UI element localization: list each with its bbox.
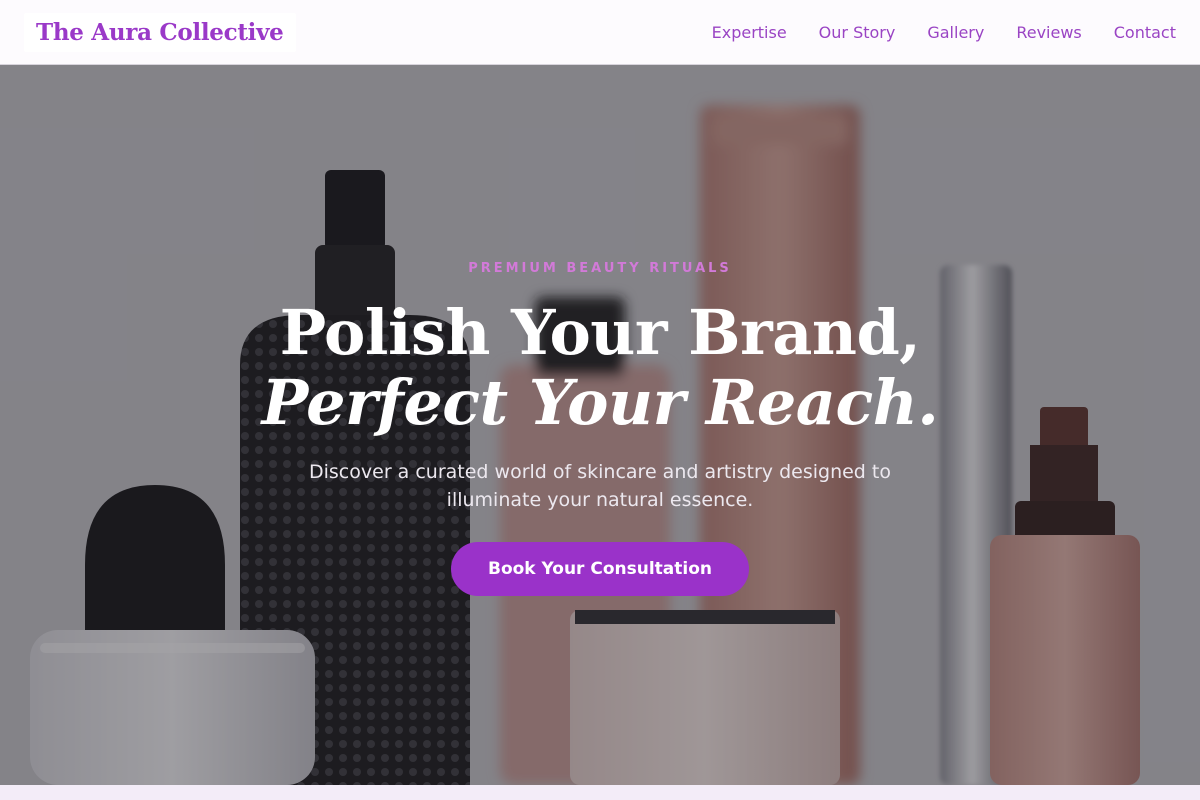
brand-logo[interactable]: The Aura Collective xyxy=(24,12,296,52)
book-consultation-button[interactable]: Book Your Consultation xyxy=(451,542,749,596)
nav-link-gallery[interactable]: Gallery xyxy=(927,23,984,42)
hero-section: PREMIUM BEAUTY RITUALS Polish Your Brand… xyxy=(0,65,1200,785)
hero-content: PREMIUM BEAUTY RITUALS Polish Your Brand… xyxy=(0,65,1200,785)
hero-headline-line1: Polish Your Brand, xyxy=(279,296,921,369)
nav-link-expertise[interactable]: Expertise xyxy=(712,23,787,42)
main-nav: Expertise Our Story Gallery Reviews Cont… xyxy=(712,23,1176,42)
nav-link-reviews[interactable]: Reviews xyxy=(1016,23,1081,42)
hero-subtitle: Discover a curated world of skincare and… xyxy=(309,461,891,511)
nav-link-contact[interactable]: Contact xyxy=(1114,23,1176,42)
site-header: The Aura Collective Expertise Our Story … xyxy=(0,0,1200,65)
next-section-edge xyxy=(0,785,1200,800)
hero-headline-line2: Perfect Your Reach. xyxy=(261,366,939,439)
nav-link-our-story[interactable]: Our Story xyxy=(819,23,896,42)
hero-eyebrow: PREMIUM BEAUTY RITUALS xyxy=(468,261,732,276)
